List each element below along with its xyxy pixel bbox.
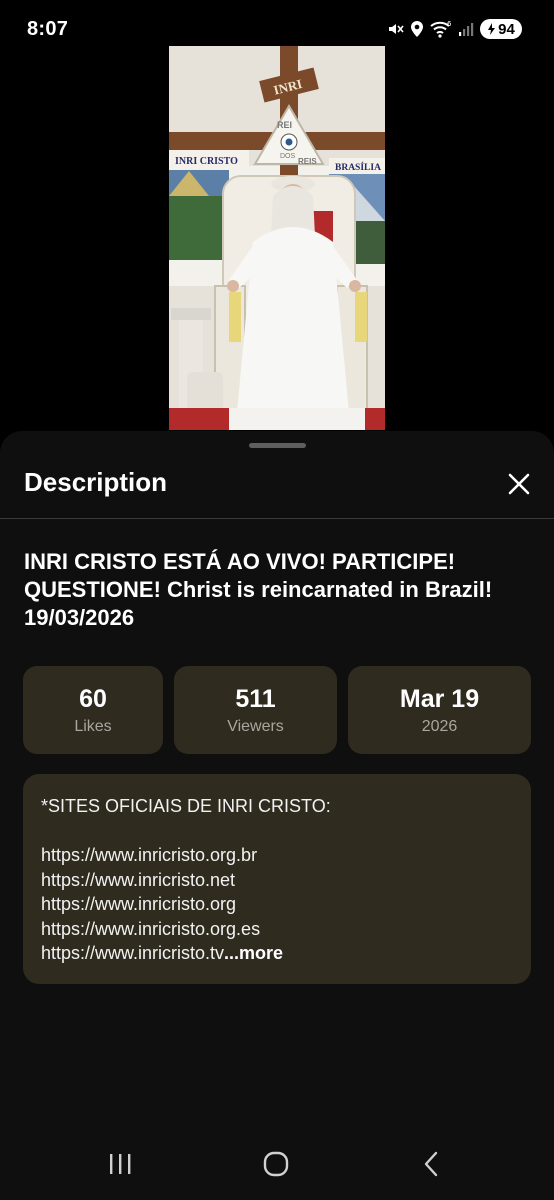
description-box[interactable]: *SITES OFICIAIS DE INRI CRISTO: https://… xyxy=(23,774,531,984)
viewers-stat: 511 Viewers xyxy=(174,666,337,754)
close-button[interactable] xyxy=(502,467,536,501)
back-button[interactable] xyxy=(411,1148,451,1180)
drag-handle[interactable] xyxy=(249,443,306,448)
battery-icon: 94 xyxy=(480,19,522,39)
likes-count: 60 xyxy=(79,685,107,713)
sign-right-text: BRASÍLIA xyxy=(335,161,381,173)
date-value: Mar 19 xyxy=(399,685,480,713)
status-time: 8:07 xyxy=(27,18,69,40)
emblem-word-1: REI xyxy=(277,120,292,130)
video-frame-image: INRI CRISTO BRASÍLIA INRI REI DOS REIS xyxy=(169,46,385,430)
description-link[interactable]: https://www.inricristo.org xyxy=(41,892,513,917)
signal-icon xyxy=(458,21,474,37)
description-heading: *SITES OFICIAIS DE INRI CRISTO: xyxy=(41,796,331,816)
sheet-title: Description xyxy=(24,467,168,497)
more-button[interactable]: ...more xyxy=(224,943,283,963)
recent-apps-icon xyxy=(110,1154,131,1174)
stats-row: 60 Likes 511 Viewers Mar 19 2026 xyxy=(23,666,531,754)
status-icons: 6 94 xyxy=(386,18,522,40)
description-link[interactable]: https://www.inricristo.tv xyxy=(41,943,224,963)
description-last-line: https://www.inricristo.tv...more xyxy=(41,941,513,966)
likes-label: Likes xyxy=(74,718,112,735)
description-gap xyxy=(41,819,513,844)
year-label: 2026 xyxy=(421,718,458,735)
mute-icon xyxy=(386,20,404,38)
likes-stat: 60 Likes xyxy=(23,666,163,754)
wifi-icon: 6 xyxy=(430,20,452,38)
description-link[interactable]: https://www.inricristo.net xyxy=(41,868,513,893)
video-title: INRI CRISTO ESTÁ AO VIVO! PARTICIPE! QUE… xyxy=(24,549,493,630)
close-icon xyxy=(508,473,530,495)
emblem-word-2: DOS xyxy=(280,153,296,160)
viewers-count: 511 xyxy=(235,685,276,713)
emblem-word-3: REIS xyxy=(298,157,317,166)
svg-text:6: 6 xyxy=(447,20,452,28)
description-link[interactable]: https://www.inricristo.org.es xyxy=(41,917,513,942)
recent-apps-button[interactable] xyxy=(100,1148,140,1180)
sign-left-text: INRI CRISTO xyxy=(175,156,238,167)
back-icon xyxy=(424,1151,438,1177)
navigation-bar xyxy=(0,1126,554,1200)
date-stat: Mar 19 2026 xyxy=(348,666,531,754)
home-icon xyxy=(263,1151,289,1177)
description-sheet: Description INRI CRISTO ESTÁ AO VIVO! PA… xyxy=(0,431,554,1200)
divider xyxy=(0,518,554,519)
location-icon xyxy=(410,20,424,38)
description-link[interactable]: https://www.inricristo.org.br xyxy=(41,843,513,868)
viewers-label: Viewers xyxy=(227,718,284,735)
video-player[interactable]: INRI CRISTO BRASÍLIA INRI REI DOS REIS xyxy=(169,46,385,430)
battery-level: 94 xyxy=(498,20,515,38)
home-button[interactable] xyxy=(256,1148,296,1180)
